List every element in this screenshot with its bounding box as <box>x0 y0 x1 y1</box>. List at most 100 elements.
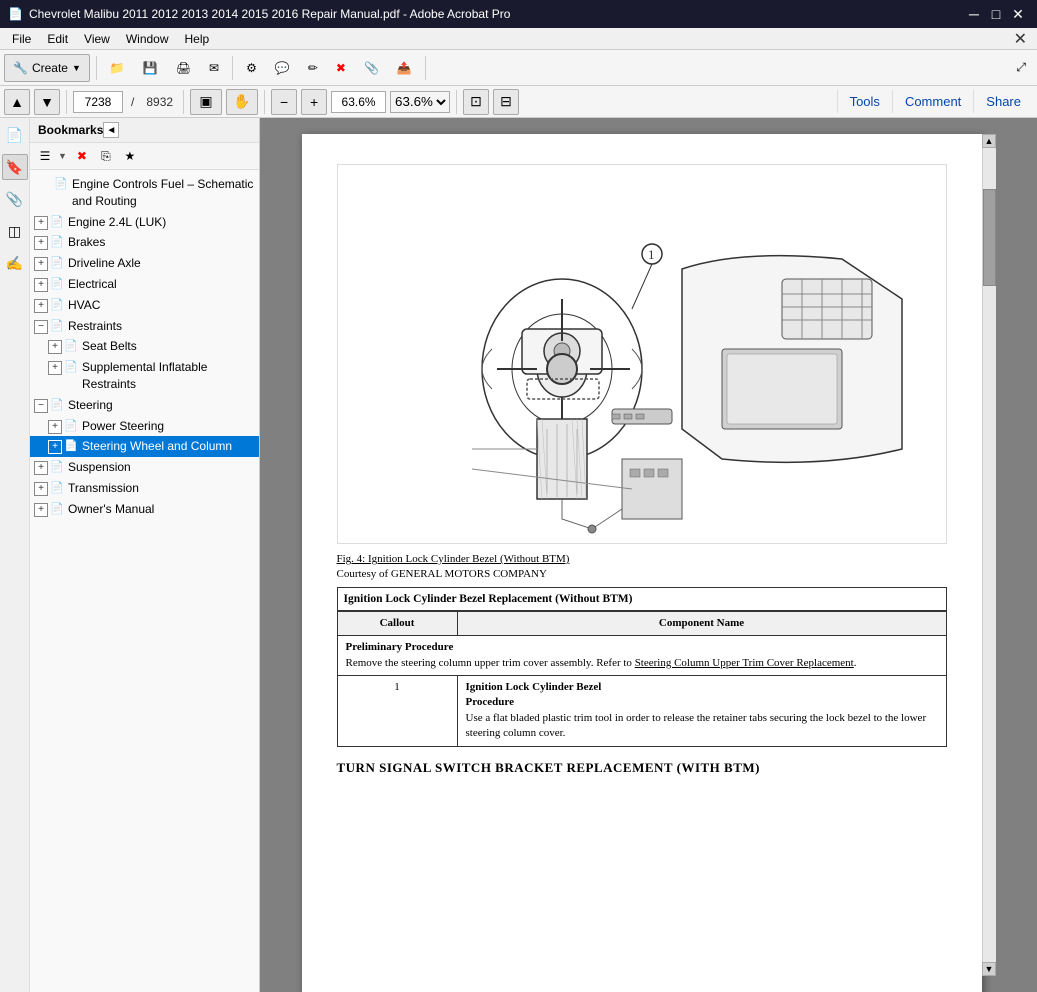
comment-nav-button[interactable]: Comment <box>892 90 973 113</box>
attachment-icon[interactable]: 📎 <box>2 186 28 212</box>
tree-toggle-seat-belts[interactable]: + <box>48 340 62 354</box>
close-pdf-btn[interactable]: ✖ <box>329 54 353 82</box>
zoom-dropdown[interactable]: 63.6% 50% 75% 100% 125% 150% <box>390 91 450 113</box>
tree-toggle-steering[interactable]: − <box>34 399 48 413</box>
scrollbar[interactable]: ▲ ▼ <box>982 134 996 976</box>
tree-item-steering[interactable]: − 📄 Steering <box>30 395 259 416</box>
table-row-preliminary: Preliminary Procedure Remove the steerin… <box>337 636 946 676</box>
bookmarks-header: Bookmarks ◄ <box>30 118 259 143</box>
toolbar: 🔧 Create ▼ 📁 💾 🖨 ✉ ⚙ 💬 ✏ ✖ 📎 📤 ⤢ <box>0 50 1037 86</box>
bookmark-doc-icon-7: 📄 <box>50 319 64 334</box>
menu-view[interactable]: View <box>76 30 118 48</box>
tree-item-power-steering[interactable]: + 📄 Power Steering <box>30 416 259 437</box>
bookmark-doc-icon: 📄 <box>54 177 68 192</box>
zoom-input[interactable] <box>331 91 386 113</box>
page-number-input[interactable] <box>73 91 123 113</box>
tree-item-supplemental[interactable]: + 📄 Supplemental Inflatable Restraints <box>30 357 259 395</box>
tree-toggle-driveline[interactable]: + <box>34 257 48 271</box>
open-button[interactable]: 📁 <box>103 54 132 82</box>
scroll-up-button[interactable]: ▲ <box>982 134 996 148</box>
tree-item-restraints[interactable]: − 📄 Restraints <box>30 316 259 337</box>
save-icon: 💾 <box>143 61 158 75</box>
content-area[interactable]: 1 <box>260 118 1037 992</box>
layers-icon[interactable]: ◫ <box>2 218 28 244</box>
tree-toggle-owners-manual[interactable]: + <box>34 503 48 517</box>
nav-separator-3 <box>264 90 265 114</box>
callout-1: 1 <box>337 676 457 747</box>
tree-item-seat-belts[interactable]: + 📄 Seat Belts <box>30 336 259 357</box>
bookmarks-list-view-button[interactable]: ☰ <box>34 146 56 166</box>
attach-btn[interactable]: 📎 <box>357 54 386 82</box>
fit-page-button[interactable]: ⊡ <box>463 89 489 115</box>
tree-item-brakes[interactable]: + 📄 Brakes <box>30 232 259 253</box>
pdf-page: 1 <box>302 134 982 992</box>
create-button[interactable]: 🔧 Create ▼ <box>4 54 90 82</box>
tree-item-steering-wheel[interactable]: + 📄 Steering Wheel and Column <box>30 436 259 457</box>
minimize-button[interactable]: ─ <box>963 3 985 25</box>
fit-width-button[interactable]: ⊟ <box>493 89 519 115</box>
tree-toggle-supplemental[interactable]: + <box>48 361 62 375</box>
scrollbar-track[interactable] <box>983 148 996 962</box>
page-up-button[interactable]: ▲ <box>4 89 30 115</box>
close-button[interactable]: ✕ <box>1007 3 1029 25</box>
page-thumbnail-icon[interactable]: 📄 <box>2 122 28 148</box>
menu-edit[interactable]: Edit <box>39 30 76 48</box>
component-header: Component Name <box>457 611 946 635</box>
tree-item-suspension[interactable]: + 📄 Suspension <box>30 457 259 478</box>
bookmark-doc-icon-10: 📄 <box>50 398 64 413</box>
tree-item-engine24l[interactable]: + 📄 Engine 2.4L (LUK) <box>30 212 259 233</box>
bookmarks-delete-button[interactable]: ✖ <box>71 146 93 166</box>
page-down-button[interactable]: ▼ <box>34 89 60 115</box>
menu-help[interactable]: Help <box>177 30 218 48</box>
signature-icon[interactable]: ✍ <box>2 250 28 276</box>
tree-label-driveline: Driveline Axle <box>68 255 255 272</box>
zoom-out-button[interactable]: − <box>271 89 297 115</box>
tree-toggle-engine24l[interactable]: + <box>34 216 48 230</box>
tree-item-electrical[interactable]: + 📄 Electrical <box>30 274 259 295</box>
bookmarks-copy-button[interactable]: ⎘ <box>95 146 117 166</box>
export-btn[interactable]: 📤 <box>390 54 419 82</box>
tree-item-driveline[interactable]: + 📄 Driveline Axle <box>30 253 259 274</box>
scrollbar-thumb[interactable] <box>983 189 996 287</box>
tree-toggle-hvac[interactable]: + <box>34 299 48 313</box>
tree-toggle-steering-wheel[interactable]: + <box>48 440 62 454</box>
tree-item-engine-controls[interactable]: 📄 Engine Controls Fuel – Schematic and R… <box>30 174 259 212</box>
tree-item-transmission[interactable]: + 📄 Transmission <box>30 478 259 499</box>
hand-tool-button[interactable]: ✋ <box>226 89 258 115</box>
tree-toggle-transmission[interactable]: + <box>34 482 48 496</box>
tree-item-owners-manual[interactable]: + 📄 Owner's Manual <box>30 499 259 520</box>
tree-toggle-restraints[interactable]: − <box>34 320 48 334</box>
share-button[interactable]: Share <box>973 90 1033 113</box>
close-pdf-icon: ✖ <box>336 61 346 75</box>
maximize-button[interactable]: □ <box>985 3 1007 25</box>
tree-toggle-brakes[interactable]: + <box>34 236 48 250</box>
tree-toggle-electrical[interactable]: + <box>34 278 48 292</box>
menu-file[interactable]: File <box>4 30 39 48</box>
comment-btn[interactable]: 💬 <box>268 54 297 82</box>
edit-btn[interactable]: ✏ <box>301 54 325 82</box>
component-name-1: Ignition Lock Cylinder Bezel <box>466 681 602 693</box>
tree-toggle-power-steering[interactable]: + <box>48 420 62 434</box>
select-tool-button[interactable]: ▣ <box>190 89 222 115</box>
tree-item-hvac[interactable]: + 📄 HVAC <box>30 295 259 316</box>
tree-label-hvac: HVAC <box>68 297 255 314</box>
email-button[interactable]: ✉ <box>202 54 226 82</box>
save-button[interactable]: 💾 <box>136 54 165 82</box>
zoom-in-button[interactable]: + <box>301 89 327 115</box>
scroll-down-button[interactable]: ▼ <box>982 962 996 976</box>
menu-window[interactable]: Window <box>118 30 177 48</box>
expand-button[interactable]: ⤢ <box>1009 54 1033 82</box>
steering-column-link[interactable]: Steering Column Upper Trim Cover Replace… <box>635 657 854 669</box>
edit-icon: ✏ <box>308 61 318 75</box>
print-button[interactable]: 🖨 <box>169 54 198 82</box>
tree-label-transmission: Transmission <box>68 480 255 497</box>
tools-button[interactable]: Tools <box>837 90 892 113</box>
menu-close-button[interactable]: ✕ <box>1008 29 1033 49</box>
tree-toggle-suspension[interactable]: + <box>34 461 48 475</box>
settings-button[interactable]: ⚙ <box>239 54 264 82</box>
fig-caption-link[interactable]: Fig. 4: Ignition Lock Cylinder Bezel (Wi… <box>337 553 570 565</box>
bookmarks-icon[interactable]: 🔖 <box>2 154 28 180</box>
tree-label-engine-controls: Engine Controls Fuel – Schematic and Rou… <box>72 176 255 210</box>
bookmarks-star-button[interactable]: ★ <box>119 146 141 166</box>
bookmarks-collapse-button[interactable]: ◄ <box>103 122 119 138</box>
